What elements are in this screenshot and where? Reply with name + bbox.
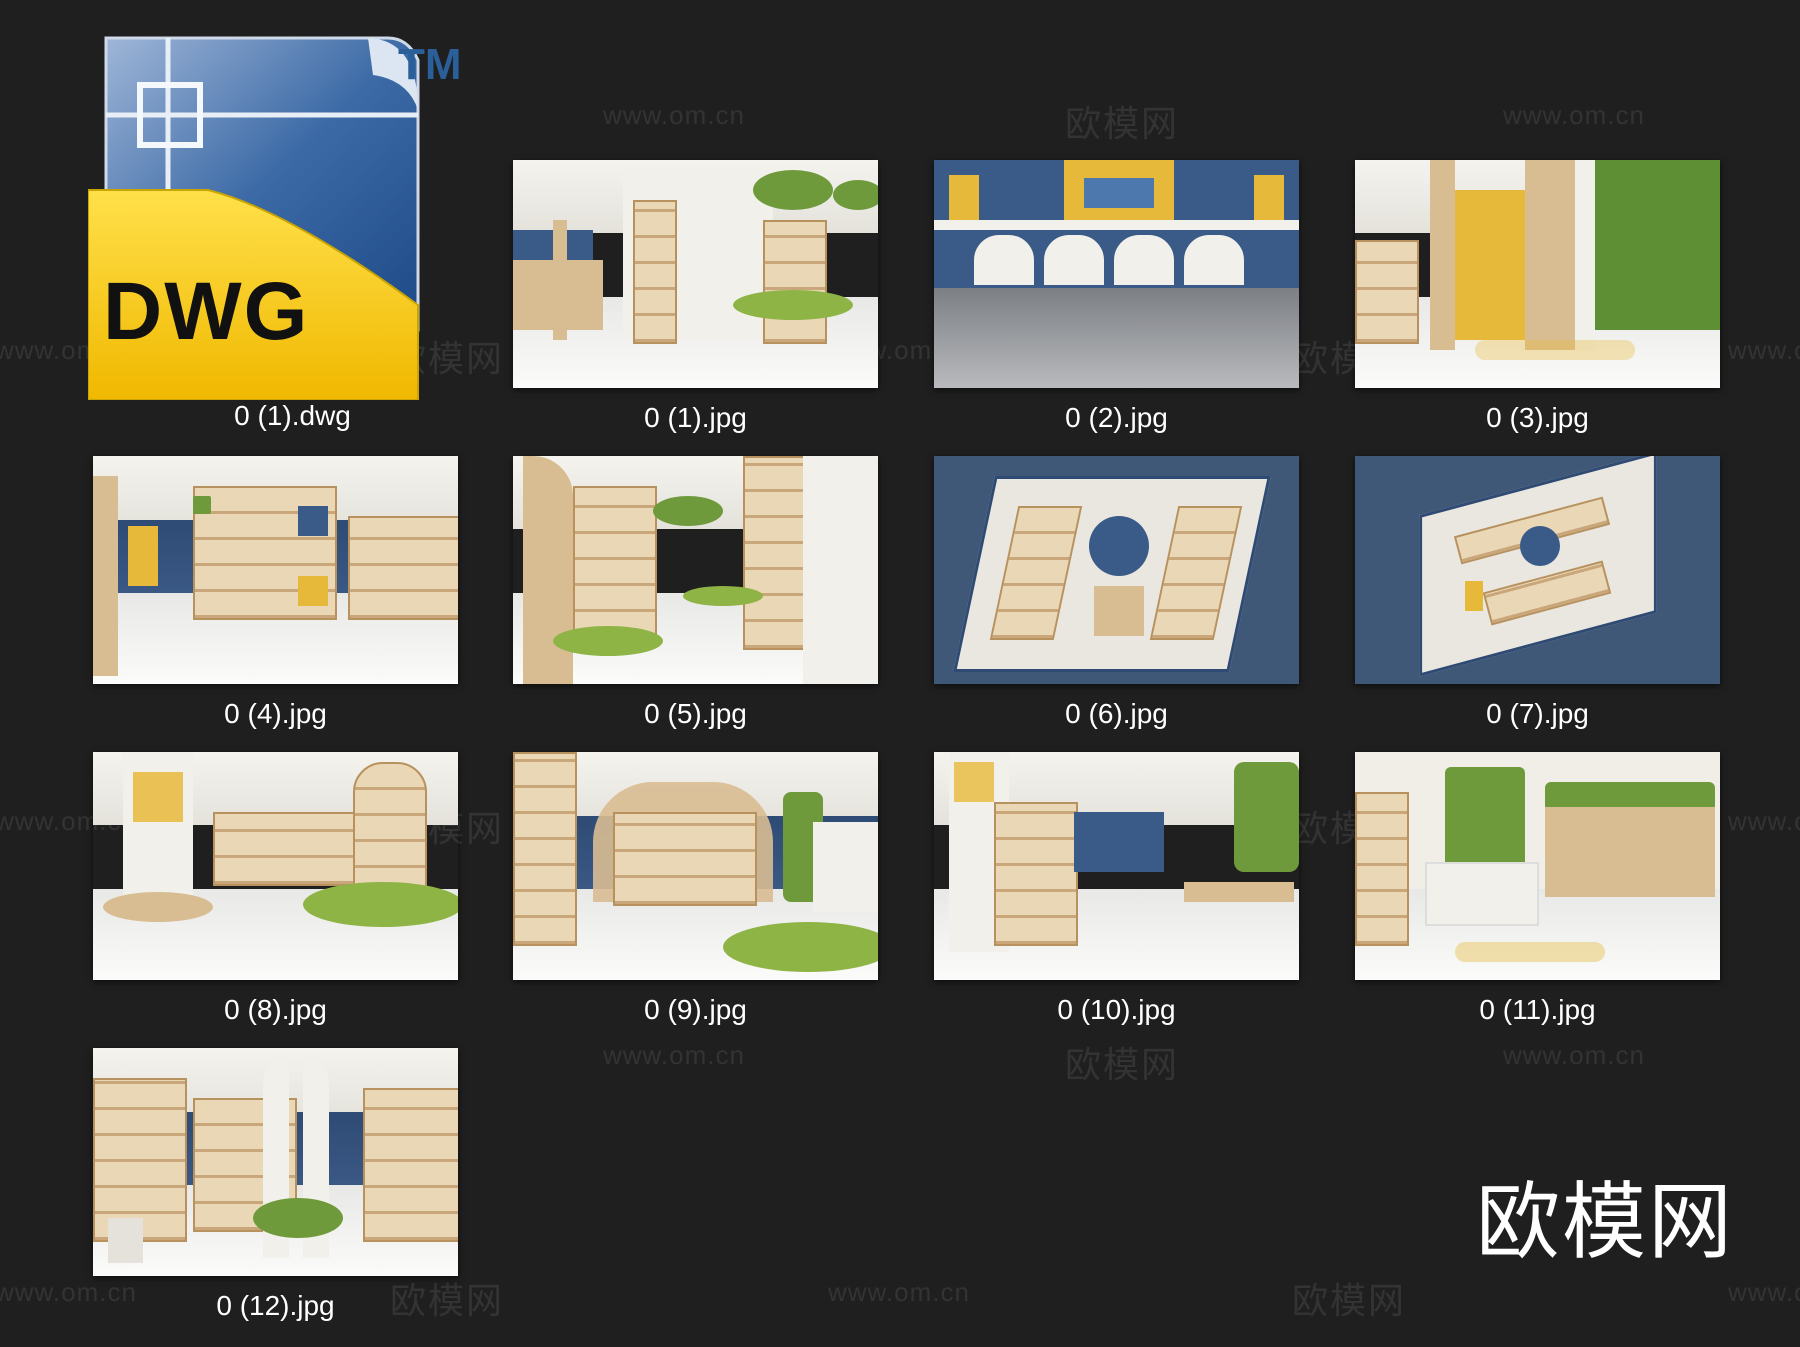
file-tile[interactable]: 0 (2).jpg bbox=[934, 160, 1299, 433]
file-tile[interactable]: 0 (5).jpg bbox=[513, 456, 878, 729]
file-tile[interactable]: 0 (4).jpg bbox=[93, 456, 458, 729]
watermark-cn: 欧模网 bbox=[1065, 1044, 1180, 1085]
watermark-url: www.om.cn bbox=[1503, 1040, 1645, 1070]
watermark-url: www.om.cn bbox=[1728, 335, 1800, 365]
file-tile[interactable]: 0 (9).jpg bbox=[513, 752, 878, 1025]
watermark-url: www.om.cn bbox=[1728, 806, 1800, 836]
watermark-url: www.om.cn bbox=[603, 1040, 745, 1070]
watermark-cn: 欧模网 bbox=[1065, 103, 1180, 144]
file-name: 0 (1).jpg bbox=[644, 402, 747, 433]
file-tile[interactable]: 0 (12).jpg bbox=[93, 1048, 458, 1321]
watermark-url: www.om.cn bbox=[1728, 1277, 1800, 1307]
file-name: 0 (11).jpg bbox=[1479, 994, 1596, 1025]
file-name: 0 (12).jpg bbox=[216, 1290, 335, 1321]
brand-logo-text: 欧模网 bbox=[1476, 1173, 1735, 1271]
file-name: 0 (8).jpg bbox=[224, 994, 327, 1025]
watermark-cn: 欧模网 bbox=[1292, 1280, 1407, 1321]
file-tile[interactable]: 0 (8).jpg bbox=[93, 752, 458, 1025]
thumbnail bbox=[513, 160, 878, 388]
file-name: 0 (3).jpg bbox=[1486, 402, 1589, 433]
file-name: 0 (7).jpg bbox=[1486, 698, 1589, 729]
thumbnail bbox=[513, 456, 878, 684]
file-tile[interactable]: 0 (6).jpg bbox=[934, 456, 1299, 729]
thumbnail bbox=[93, 752, 458, 980]
file-name: 0 (1).dwg bbox=[234, 400, 351, 431]
file-name: 0 (9).jpg bbox=[644, 994, 747, 1025]
file-name: 0 (5).jpg bbox=[644, 698, 747, 729]
thumbnail bbox=[513, 752, 878, 980]
file-tile-dwg[interactable]: DWG TM 0 (1).dwg bbox=[88, 30, 462, 440]
dwg-label: DWG bbox=[103, 266, 310, 357]
thumbnail bbox=[934, 456, 1299, 684]
thumbnail bbox=[93, 456, 458, 684]
thumbnail bbox=[934, 160, 1299, 388]
file-name: 0 (2).jpg bbox=[1065, 402, 1168, 433]
file-tile[interactable]: 0 (3).jpg bbox=[1355, 160, 1720, 433]
file-tile[interactable]: 0 (1).jpg bbox=[513, 160, 878, 433]
file-tile[interactable]: 0 (11).jpg bbox=[1355, 752, 1720, 1025]
watermark-url: www.om.cn bbox=[603, 100, 745, 130]
thumbnail bbox=[1355, 752, 1720, 980]
file-tile[interactable]: 0 (10).jpg bbox=[934, 752, 1299, 1025]
file-tile[interactable]: 0 (7).jpg bbox=[1355, 456, 1720, 729]
file-name: 0 (4).jpg bbox=[224, 698, 327, 729]
thumbnail bbox=[934, 752, 1299, 980]
thumbnail bbox=[1355, 456, 1720, 684]
watermark-url: www.om.cn bbox=[1503, 100, 1645, 130]
watermark-url: www.om.cn bbox=[828, 1277, 970, 1307]
thumbnail bbox=[93, 1048, 458, 1276]
file-name: 0 (10).jpg bbox=[1057, 994, 1176, 1025]
file-name: 0 (6).jpg bbox=[1065, 698, 1168, 729]
trademark: TM bbox=[398, 40, 462, 89]
thumbnail bbox=[1355, 160, 1720, 388]
